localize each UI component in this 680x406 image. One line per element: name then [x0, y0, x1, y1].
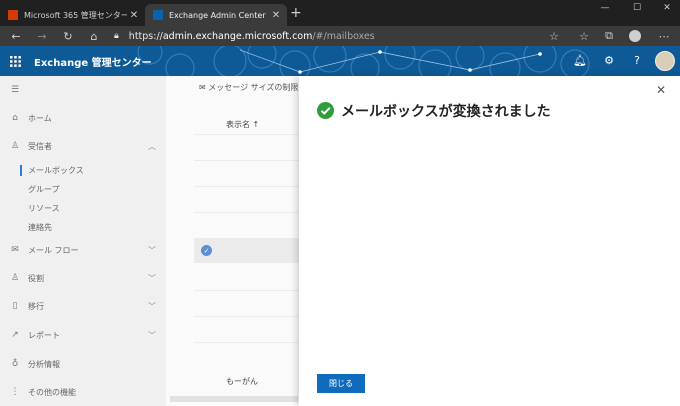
help-icon[interactable]: ?	[629, 54, 645, 67]
browser-toolbar: ← → ↻ ⌂ 🔒︎ https://admin.exchange.micros…	[0, 26, 680, 46]
home-icon: ⌂	[12, 113, 18, 123]
nav-item-insights[interactable]: ♁ 分析情報	[0, 354, 166, 374]
migration-icon: ▯	[12, 301, 18, 311]
left-nav: ☰ ⌂ ホーム ♙ 受信者 ︿ メールボックス グループ リソース 連絡先 ✉ …	[0, 76, 166, 406]
nav-item-other-features[interactable]: ⋮ その他の機能	[0, 382, 166, 402]
tab-strip: Microsoft 365 管理センター - Hom ✕ Exchange Ad…	[0, 0, 680, 26]
chevron-down-icon: ﹀	[148, 330, 156, 340]
close-window-icon[interactable]: ✕	[652, 3, 680, 13]
nav-label: ホーム	[28, 113, 52, 123]
nav-item-mail-flow[interactable]: ✉ メール フロー ﹀	[0, 240, 166, 260]
home-icon[interactable]: ⌂	[86, 28, 102, 44]
more-icon: ⋮	[10, 387, 20, 397]
nav-label: 分析情報	[28, 359, 60, 369]
new-tab-button[interactable]: +	[290, 5, 302, 21]
active-indicator	[20, 165, 22, 176]
nav-sub-groups[interactable]: グループ	[28, 184, 60, 195]
table-row-selected[interactable]: ✓	[194, 238, 299, 263]
toolbar-label: メッセージ サイズの制限	[208, 83, 299, 92]
nav-sub-resources[interactable]: リソース	[28, 203, 60, 214]
nav-item-recipients[interactable]: ♙ 受信者 ︿	[0, 136, 166, 156]
url-host: admin.exchange.microsoft.com	[162, 30, 313, 42]
panel-title: メールボックスが変換されました	[341, 104, 551, 120]
gear-icon[interactable]: ⚙	[601, 54, 617, 67]
close-tab-icon[interactable]: ✕	[127, 10, 141, 21]
nav-item-home[interactable]: ⌂ ホーム	[0, 108, 166, 128]
chevron-down-icon: ﹀	[148, 273, 156, 283]
person-icon: ♙	[10, 141, 20, 151]
row-divider	[194, 134, 299, 135]
column-header-display-name[interactable]: 表示名 ↑	[226, 119, 259, 130]
close-tab-icon[interactable]: ✕	[269, 10, 283, 21]
refresh-icon[interactable]: ↻	[60, 28, 76, 44]
conversion-result-panel: ✕ メールボックスが変換されました 閉じる	[299, 76, 680, 406]
nav-label: レポート	[28, 330, 60, 340]
nav-label: 役割	[28, 273, 44, 283]
lock-icon: 🔒︎	[114, 31, 119, 41]
success-check-icon	[317, 102, 334, 119]
profile-icon[interactable]	[627, 28, 643, 44]
checkmark-icon[interactable]: ✓	[201, 245, 212, 256]
url-path: /#/mailboxes	[312, 30, 375, 42]
nav-label: 受信者	[28, 141, 52, 151]
table-row-name[interactable]: もーがん	[226, 376, 258, 387]
back-icon[interactable]: ←	[8, 28, 24, 44]
horizontal-scrollbar[interactable]	[170, 396, 298, 402]
minimize-icon[interactable]: —	[590, 3, 620, 13]
favorites-icon[interactable]: ☆	[576, 28, 592, 44]
browser-window: Microsoft 365 管理センター - Hom ✕ Exchange Ad…	[0, 0, 680, 406]
collections-icon[interactable]: ⧉	[601, 28, 617, 44]
bell-icon[interactable]: 🔔︎	[572, 54, 588, 67]
row-divider	[194, 160, 299, 161]
nav-label: メール フロー	[28, 245, 79, 255]
app-launcher-icon[interactable]	[10, 56, 21, 67]
url-scheme: https://	[128, 30, 163, 42]
lightbulb-icon: ♁	[11, 359, 19, 369]
chevron-up-icon: ︿	[148, 141, 156, 151]
mail-icon: ✉	[11, 245, 19, 255]
hamburger-icon: ☰	[10, 85, 20, 95]
nav-sub-mailboxes[interactable]: メールボックス	[28, 165, 84, 176]
favorite-star-icon[interactable]: ☆	[546, 28, 562, 44]
row-divider	[194, 212, 299, 213]
close-button[interactable]: 閉じる	[317, 374, 365, 393]
avatar[interactable]	[655, 51, 675, 71]
tab-title: Exchange Admin Center	[169, 10, 266, 20]
address-bar[interactable]: 🔒︎ https://admin.exchange.microsoft.com /…	[114, 28, 568, 44]
close-icon[interactable]: ✕	[656, 83, 666, 97]
chevron-down-icon: ﹀	[148, 245, 156, 255]
forward-icon[interactable]: →	[34, 28, 50, 44]
chevron-down-icon: ﹀	[148, 301, 156, 311]
more-options-icon[interactable]: ⋯	[656, 28, 672, 44]
roles-icon: ♙	[10, 273, 20, 283]
nav-sub-contacts[interactable]: 連絡先	[28, 222, 52, 233]
tab-title: Microsoft 365 管理センター - Hom	[24, 10, 127, 20]
row-divider	[194, 186, 299, 187]
mail-icon: ✉	[199, 83, 206, 92]
tab-m365[interactable]: Microsoft 365 管理センター - Hom ✕	[0, 4, 145, 26]
row-divider	[194, 316, 299, 317]
nav-collapse-button[interactable]: ☰	[0, 80, 166, 100]
nav-item-reports[interactable]: ↗ レポート ﹀	[0, 325, 166, 345]
nav-item-migration[interactable]: ▯ 移行 ﹀	[0, 296, 166, 316]
nav-label: 移行	[28, 301, 44, 311]
app-title[interactable]: Exchange 管理センター	[34, 54, 152, 69]
nav-label: その他の機能	[28, 387, 76, 397]
suite-header: Exchange 管理センター 🔔︎ ⚙ ?	[0, 46, 680, 76]
exchange-favicon-icon	[153, 10, 163, 20]
tab-exchange[interactable]: Exchange Admin Center ✕	[145, 4, 287, 26]
office-favicon-icon	[8, 10, 18, 20]
nav-item-roles[interactable]: ♙ 役割 ﹀	[0, 268, 166, 288]
message-size-limit-button[interactable]: ✉ メッセージ サイズの制限	[199, 82, 298, 93]
report-icon: ↗	[11, 330, 19, 340]
maximize-icon[interactable]: ☐	[622, 3, 652, 13]
row-divider	[194, 290, 299, 291]
row-divider	[194, 342, 299, 343]
